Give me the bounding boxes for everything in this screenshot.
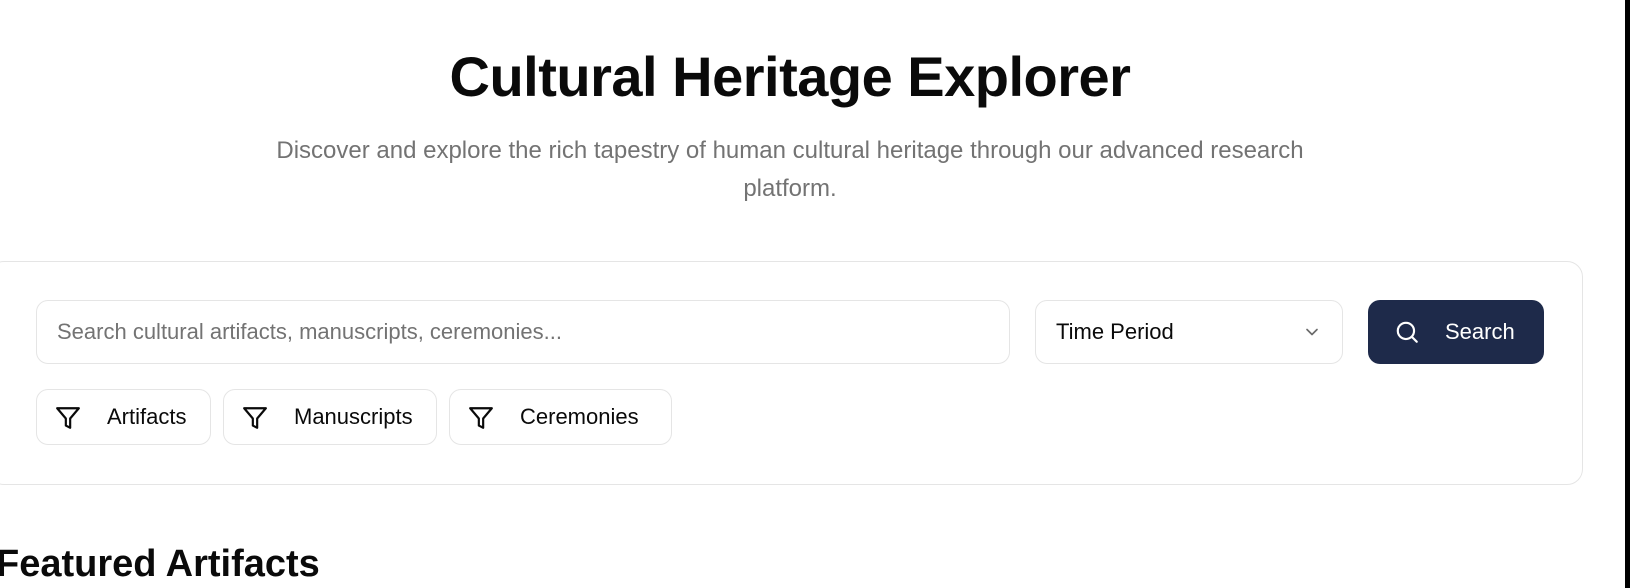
search-panel: Time Period Search Artifacts Manuscripts [0,261,1583,485]
window-edge [1625,0,1630,588]
page-subtitle: Discover and explore the rich tapestry o… [276,137,1304,202]
search-button-label: Search [1445,319,1515,344]
page: Cultural Heritage Explorer Discover and … [0,0,1630,588]
chevron-down-icon [1306,328,1318,336]
filter-chip-ceremonies[interactable]: Ceremonies [449,389,672,445]
search-button[interactable]: Search [1368,300,1544,364]
search-icon [1396,321,1418,343]
featured-artifacts-heading: Featured Artifacts [0,543,320,585]
filter-icon [469,407,493,429]
time-period-label: Time Period [1056,319,1174,344]
filter-icon [243,407,267,429]
time-period-select[interactable]: Time Period [1035,300,1343,364]
filter-chip-label: Manuscripts [294,404,413,429]
filter-chip-label: Ceremonies [520,404,639,429]
search-input[interactable] [36,300,1010,364]
filter-chip-manuscripts[interactable]: Manuscripts [223,389,437,445]
filter-icon [56,407,80,429]
page-title: Cultural Heritage Explorer [449,45,1131,108]
filter-chip-label: Artifacts [107,404,187,429]
filter-chip-artifacts[interactable]: Artifacts [36,389,211,445]
